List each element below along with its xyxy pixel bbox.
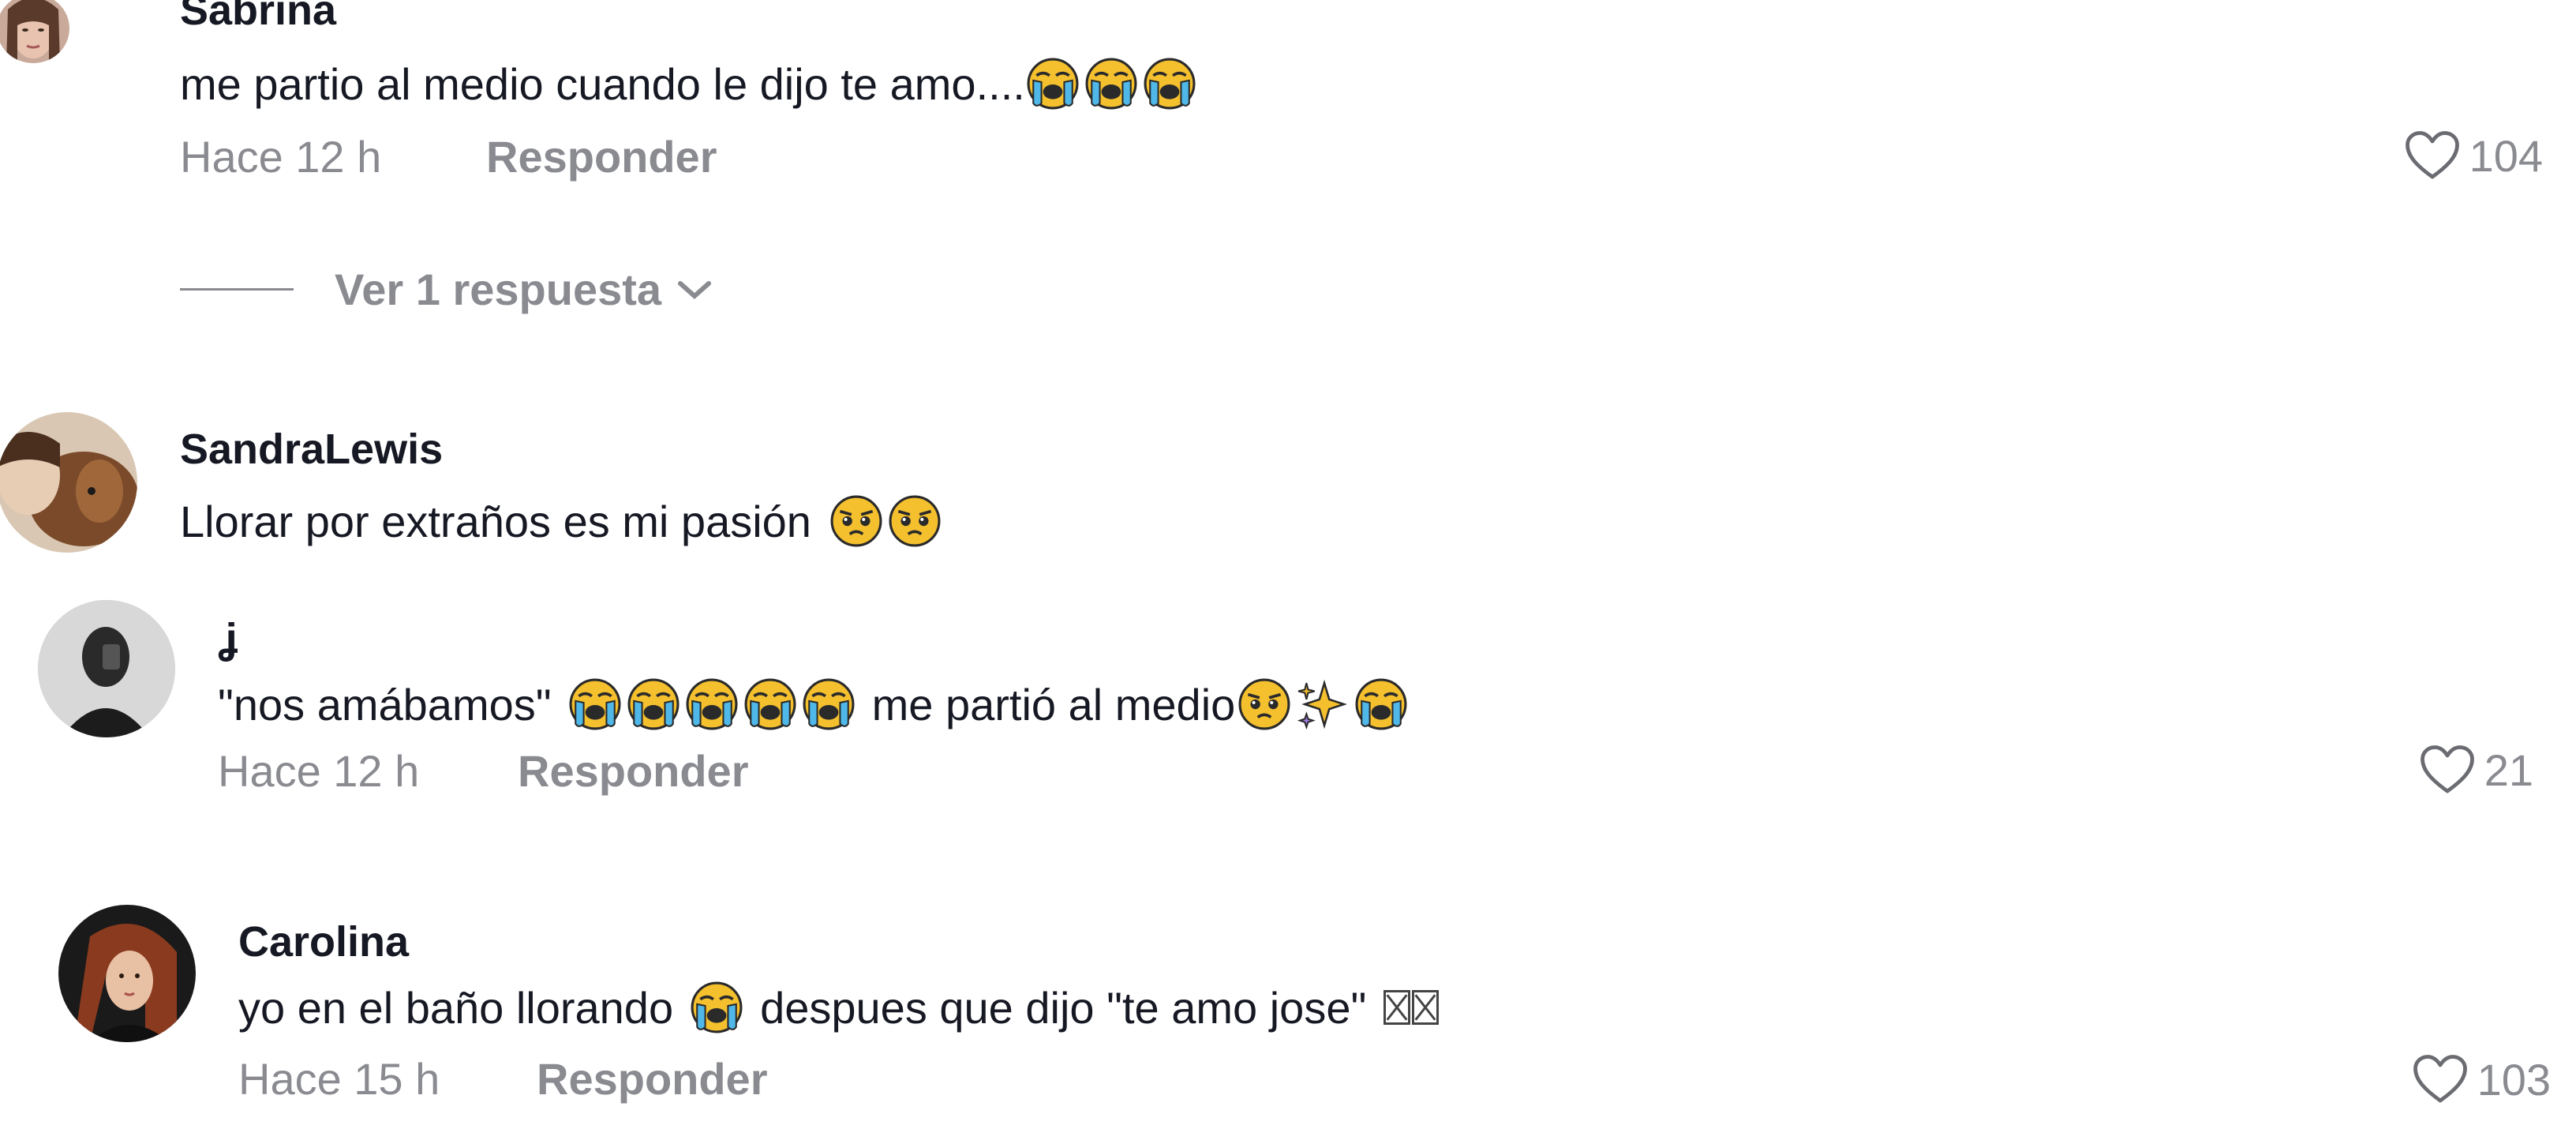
crying-face-emoji-icon — [1144, 58, 1196, 110]
crying-face-emoji-icon — [1355, 678, 1407, 730]
comment-text: Llorar por extraños es mi pasión — [180, 489, 944, 553]
comment-text-start: yo en el baño llorando — [238, 982, 674, 1033]
comment-text: me partio al medio cuando le dijo te amo… — [180, 52, 1199, 115]
comment-text-start: "nos amábamos" — [218, 679, 552, 730]
heart-icon — [2418, 744, 2477, 796]
reply-button[interactable]: Responder — [486, 131, 717, 182]
comment-text-content: me partio al medio cuando le dijo te amo… — [180, 58, 1025, 109]
avatar[interactable] — [0, 412, 137, 553]
crying-face-emoji-icon — [744, 678, 796, 730]
like-button[interactable]: 21 — [2418, 744, 2533, 796]
pleading-face-emoji-icon — [889, 495, 941, 547]
heart-icon — [2403, 129, 2462, 182]
view-replies-label: Ver 1 respuesta — [335, 264, 662, 314]
crying-face-emoji-icon — [686, 678, 738, 730]
avatar[interactable] — [0, 0, 69, 63]
missing-glyph-icon — [1383, 990, 1411, 1025]
chevron-down-icon — [678, 280, 712, 299]
view-replies-button[interactable]: Ver 1 respuesta — [180, 264, 713, 315]
like-button[interactable]: 104 — [2403, 129, 2543, 182]
avatar[interactable] — [58, 905, 196, 1042]
comment-timestamp: Hace 15 h — [238, 1054, 440, 1104]
sparkles-emoji-icon — [1297, 678, 1349, 730]
crying-face-emoji-icon — [691, 981, 743, 1033]
like-count: 103 — [2477, 1054, 2551, 1105]
like-button[interactable]: 103 — [2411, 1053, 2551, 1105]
crying-face-emoji-icon — [627, 678, 680, 730]
comment-text-content: Llorar por extraños es mi pasión — [180, 496, 811, 546]
comment-text-middle: me partió al medio — [871, 679, 1236, 730]
like-count: 21 — [2484, 745, 2533, 795]
crying-face-emoji-icon — [1027, 58, 1079, 110]
crying-face-emoji-icon — [803, 678, 855, 730]
avatar[interactable] — [38, 600, 175, 737]
like-count: 104 — [2469, 130, 2543, 181]
comment-text: "nos amábamos" me partió al medio — [218, 673, 1410, 736]
comment-timestamp: Hace 12 h — [218, 746, 420, 796]
crying-face-emoji-icon — [569, 678, 621, 730]
comment-text: yo en el baño llorando despues que dijo … — [238, 976, 1440, 1039]
reply-button[interactable]: Responder — [518, 745, 749, 797]
pleading-face-emoji-icon — [1238, 678, 1290, 730]
comment-username[interactable]: SandraLewis — [180, 425, 443, 474]
reply-button[interactable]: Responder — [537, 1053, 768, 1105]
comment-username[interactable]: Sabrina — [180, 0, 336, 35]
comment-text-end: despues que dijo "te amo jose" — [760, 982, 1367, 1033]
comment-timestamp: Hace 12 h — [180, 132, 382, 182]
heart-icon — [2411, 1053, 2469, 1105]
comment-username[interactable]: Carolina — [238, 917, 409, 966]
comment-username[interactable]: ʝ — [218, 614, 238, 663]
divider-line — [180, 288, 294, 291]
crying-face-emoji-icon — [1085, 58, 1137, 110]
pleading-face-emoji-icon — [830, 495, 882, 547]
missing-glyph-icon — [1412, 990, 1440, 1025]
